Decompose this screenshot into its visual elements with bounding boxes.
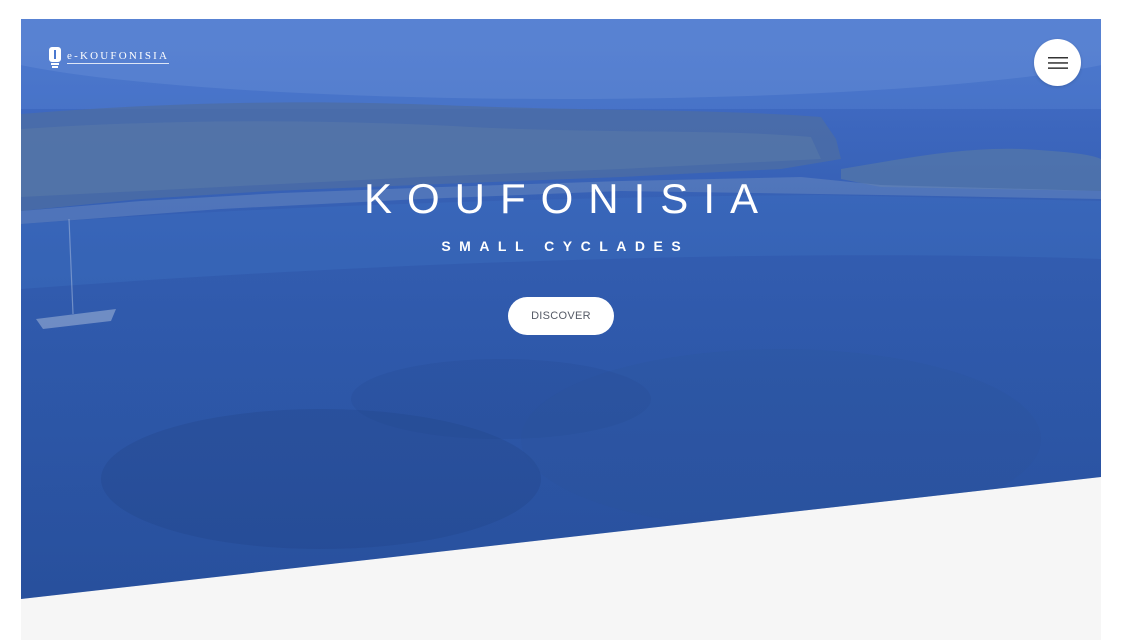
- menu-button[interactable]: [1034, 39, 1081, 86]
- lighthouse-icon: [49, 47, 61, 68]
- logo-text: e-KOUFONISIA: [67, 50, 170, 64]
- hamburger-menu-icon: [1047, 56, 1068, 69]
- hero-subtitle: SMALL CYCLADES: [441, 238, 690, 254]
- page-frame: e-KOUFONISIA KOUFONISIA SMALL CYCLADES D…: [21, 19, 1101, 640]
- site-logo[interactable]: e-KOUFONISIA: [48, 46, 170, 68]
- discover-button[interactable]: DISCOVER: [508, 297, 614, 335]
- hero-section: e-KOUFONISIA KOUFONISIA SMALL CYCLADES D…: [21, 19, 1101, 599]
- hero-title: KOUFONISIA: [363, 175, 774, 222]
